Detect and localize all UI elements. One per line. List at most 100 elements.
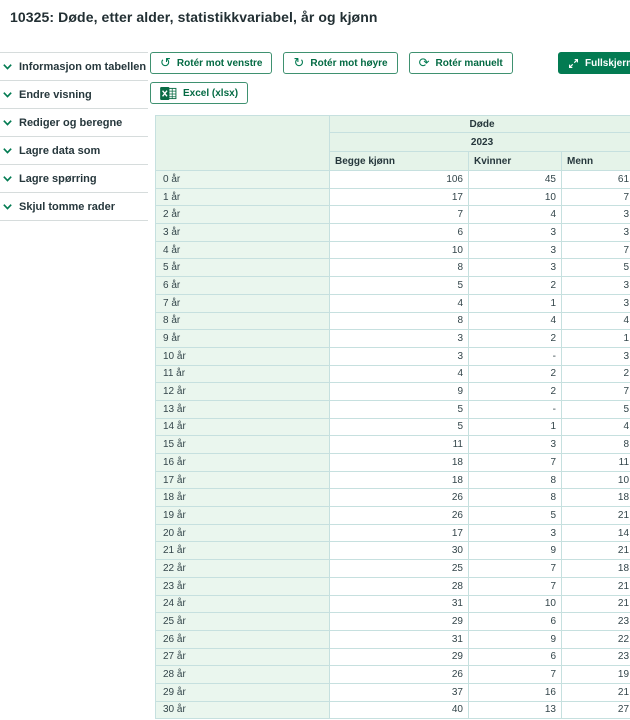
row-label: 19 år: [155, 506, 330, 525]
table-row: 7 år 4 1 3: [155, 293, 630, 313]
row-label: 27 år: [155, 647, 330, 667]
data-cell: 7: [468, 559, 562, 578]
data-cell: 7: [560, 240, 630, 260]
data-cell: 5: [329, 417, 469, 437]
data-cell: 3: [468, 240, 562, 260]
chevron-down-icon: [2, 89, 13, 100]
data-cell: 9: [468, 541, 562, 561]
table-row: 10 år 3-3: [155, 346, 630, 366]
sidebar-item-4[interactable]: Lagre spørring: [0, 165, 148, 193]
year-header-cell: 2023: [328, 132, 630, 152]
rotate-right-button[interactable]: ↻ Rotér mot høyre: [283, 52, 398, 74]
data-cell: 1: [560, 329, 630, 348]
table-row: 16 år 18 7 11: [155, 453, 630, 472]
data-cell: 30: [329, 541, 469, 561]
row-label: 23 år: [155, 576, 330, 596]
data-cell: 40: [329, 700, 469, 720]
table-stub-cell: [155, 115, 330, 171]
data-cell: 2: [468, 364, 562, 384]
data-cell: 3: [560, 223, 630, 242]
excel-download-button[interactable]: Excel (xlsx): [150, 82, 249, 104]
data-cell: 3: [468, 523, 562, 543]
chevron-down-icon: [2, 61, 13, 72]
row-label: 22 år: [155, 559, 330, 578]
data-cell: 2: [468, 276, 562, 295]
data-cell: 29: [329, 612, 469, 631]
row-label: 7 år: [155, 293, 330, 313]
table-row: 4 år 10 3 7: [155, 240, 630, 260]
rotate-manual-icon: ⟳: [418, 55, 430, 71]
data-cell: 3: [329, 329, 469, 348]
row-label: 8 år: [155, 311, 330, 331]
table-row: 6 år 5 2 3: [155, 276, 630, 295]
data-cell: 3: [560, 205, 630, 225]
sidebar-item-5[interactable]: Skjul tomme rader: [0, 193, 148, 221]
data-cell: 23: [560, 647, 630, 667]
row-label: 2 år: [155, 205, 330, 225]
rotate-manual-label: Rotér manuelt: [435, 57, 503, 69]
chevron-down-icon: [2, 173, 13, 184]
fullscreen-expand-icon: [568, 58, 579, 69]
table-row: 30 år 40 13 27: [155, 700, 630, 720]
row-label: 12 år: [155, 382, 330, 401]
table-row: 9 år 3 2 1: [155, 329, 630, 348]
table-row: 21 år 30 9 21: [155, 541, 630, 561]
table-row: 28 år 26 7 19: [155, 665, 630, 684]
data-cell: 18: [329, 453, 469, 472]
sidebar: Informasjon om tabellen Endre visning Redi…: [0, 52, 148, 221]
rotate-manual-button[interactable]: ⟳ Rotér manuelt: [408, 52, 513, 74]
row-label: 11 år: [155, 364, 330, 384]
data-cell: 3: [560, 293, 630, 313]
data-cell: 7: [560, 382, 630, 401]
excel-label: Excel (xlsx): [183, 87, 239, 99]
data-cell: 11: [560, 453, 630, 472]
toolbar: ↺ Rotér mot venstre ↻ Rotér mot høyre ⟳ …: [150, 52, 513, 74]
data-cell: 106: [329, 170, 469, 189]
data-cell: 25: [329, 559, 469, 578]
chevron-down-icon: [2, 201, 13, 212]
data-cell: 17: [329, 187, 469, 207]
column-header-women: Kvinner: [468, 151, 562, 171]
data-cell: 7: [329, 205, 469, 225]
data-cell: 8: [468, 488, 562, 508]
data-cell: 8: [329, 258, 469, 278]
sidebar-item-0[interactable]: Informasjon om tabellen: [0, 53, 148, 81]
data-cell: 5: [560, 399, 630, 419]
row-label: 16 år: [155, 453, 330, 472]
data-cell: 17: [329, 523, 469, 543]
row-label: 28 år: [155, 665, 330, 684]
sidebar-item-1[interactable]: Endre visning: [0, 81, 148, 109]
fullscreen-button[interactable]: Fullskjerm: [558, 52, 630, 74]
sidebar-item-3[interactable]: Lagre data som: [0, 137, 148, 165]
data-cell: 61: [560, 170, 630, 189]
data-cell: 8: [329, 311, 469, 331]
data-cell: 4: [329, 364, 469, 384]
table-body: 0 år 106 45 61 1 år 17 10 7 2 år 7 4 3 3 år 6 3 3 4 år 10…: [155, 170, 630, 720]
sidebar-item-label: Lagre data som: [19, 144, 101, 157]
data-cell: 16: [468, 682, 562, 702]
row-label: 13 år: [155, 399, 330, 419]
data-cell: 31: [329, 629, 469, 649]
data-cell: 4: [468, 311, 562, 331]
data-cell: 23: [560, 612, 630, 631]
excel-icon: [160, 86, 177, 100]
statistics-table: Døde 2023 Begge kjønn Kvinner Menn 0 år 1…: [155, 115, 630, 720]
data-cell: 26: [329, 665, 469, 684]
data-cell: 9: [329, 382, 469, 401]
data-cell: 5: [468, 506, 562, 525]
rotate-left-button[interactable]: ↺ Rotér mot venstre: [150, 52, 273, 74]
data-cell: 5: [329, 399, 469, 419]
data-cell: 3: [468, 435, 562, 454]
table-row: 8 år 8 4 4: [155, 311, 630, 331]
data-cell: 21: [560, 541, 630, 561]
data-cell: 21: [560, 594, 630, 614]
sidebar-item-2[interactable]: Rediger og beregne: [0, 109, 148, 137]
table-row: 0 år 106 45 61: [155, 170, 630, 189]
row-label: 30 år: [155, 700, 330, 720]
data-cell: -: [468, 346, 562, 366]
table-row: 5 år 8 3 5: [155, 258, 630, 278]
data-cell: 3: [468, 223, 562, 242]
table-row: 13 år 5-5: [155, 399, 630, 419]
table-row: 17 år 18 8 10: [155, 470, 630, 490]
data-cell: 4: [329, 293, 469, 313]
